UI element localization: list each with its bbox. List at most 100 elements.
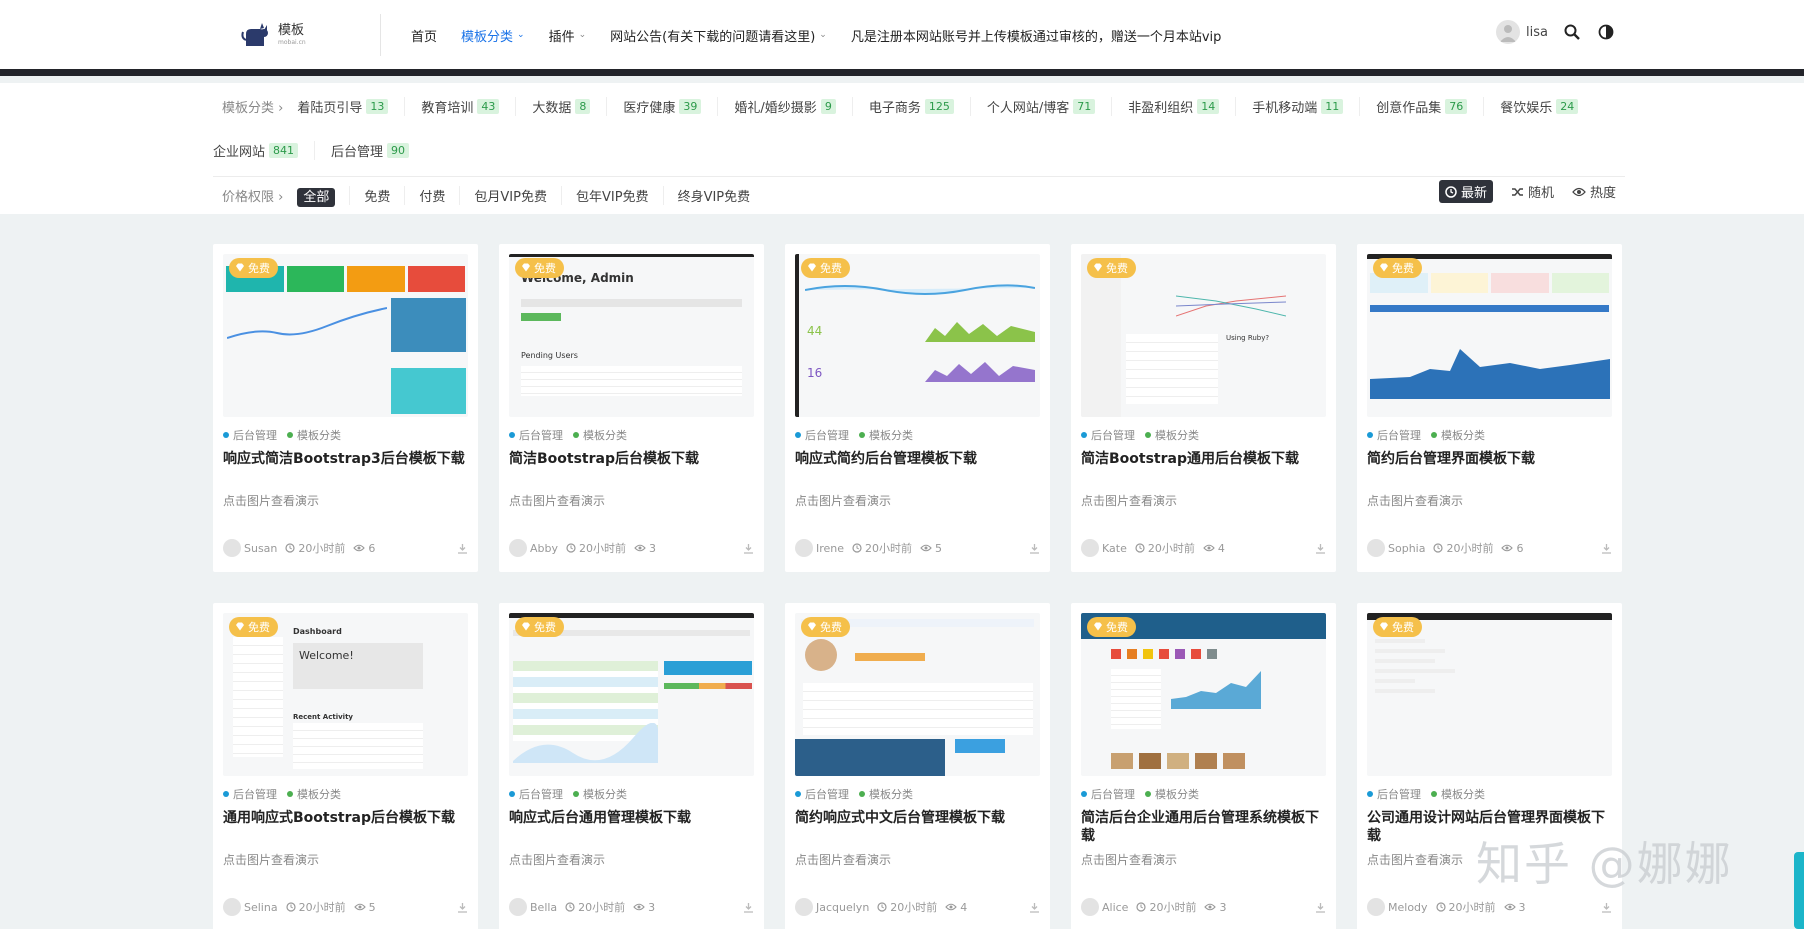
- download-icon[interactable]: [1029, 543, 1040, 554]
- category-filter-item[interactable]: 电子商务 125: [869, 96, 971, 116]
- category-link[interactable]: 模板分类: [1145, 786, 1199, 802]
- download-icon[interactable]: [1601, 902, 1612, 913]
- template-card[interactable]: 免费 后台管理 模板分类 简洁后台企业通用后台管理系统模板下载 点击图片查看演示 Alic…: [1071, 603, 1336, 929]
- category-link[interactable]: 后台管理: [509, 427, 563, 443]
- category-link[interactable]: 模板分类: [573, 427, 627, 443]
- category-link[interactable]: 模板分类: [1145, 427, 1199, 443]
- template-thumbnail[interactable]: 44 16 免费: [795, 254, 1040, 417]
- card-author[interactable]: Jacquelyn: [795, 898, 869, 916]
- sort-random[interactable]: 随机: [1511, 182, 1554, 201]
- category-link[interactable]: 模板分类: [859, 427, 913, 443]
- template-thumbnail[interactable]: 免费: [1367, 254, 1612, 417]
- download-icon[interactable]: [1029, 902, 1040, 913]
- category-link[interactable]: 后台管理: [1081, 786, 1135, 802]
- download-icon[interactable]: [1315, 543, 1326, 554]
- category-filter-item[interactable]: 医疗健康 39: [623, 96, 719, 116]
- sort-popular[interactable]: 热度: [1572, 182, 1616, 201]
- category-link[interactable]: 模板分类: [287, 427, 341, 443]
- template-thumbnail[interactable]: 免费: [509, 613, 754, 776]
- price-filter-item[interactable]: 全部: [297, 186, 351, 207]
- category-link[interactable]: 后台管理: [509, 786, 563, 802]
- theme-toggle-icon[interactable]: [1596, 22, 1616, 42]
- card-title[interactable]: 简洁Bootstrap通用后台模板下载: [1081, 450, 1329, 468]
- card-author[interactable]: Melody: [1367, 898, 1428, 916]
- card-title[interactable]: 响应式简洁Bootstrap3后台模板下载: [223, 450, 471, 468]
- nav-item-vip-notice[interactable]: 凡是注册本网站账号并上传模板通过审核的，赠送一个月本站vip: [851, 26, 1222, 45]
- category-link[interactable]: 模板分类: [1431, 786, 1485, 802]
- template-thumbnail[interactable]: 免费: [223, 254, 468, 417]
- category-link[interactable]: 模板分类: [1431, 427, 1485, 443]
- card-author[interactable]: Susan: [223, 539, 277, 557]
- template-card[interactable]: 免费 后台管理 模板分类 响应式后台通用管理模板下载 点击图片查看演示 Bella 20小时…: [499, 603, 764, 929]
- template-thumbnail[interactable]: 免费: [1081, 613, 1326, 776]
- card-title[interactable]: 响应式简约后台管理模板下载: [795, 450, 1043, 468]
- nav-item-template-categories[interactable]: 模板分类 ⌄: [461, 26, 525, 45]
- user-menu[interactable]: lisa: [1496, 20, 1548, 44]
- card-author[interactable]: Kate: [1081, 539, 1127, 557]
- category-filter-item[interactable]: 创意作品集 76: [1376, 96, 1485, 116]
- category-link[interactable]: 后台管理: [223, 786, 277, 802]
- download-icon[interactable]: [743, 543, 754, 554]
- card-author[interactable]: Bella: [509, 898, 557, 916]
- card-title[interactable]: 响应式后台通用管理模板下载: [509, 809, 757, 827]
- category-link[interactable]: 后台管理: [223, 427, 277, 443]
- category-link[interactable]: 后台管理: [1081, 427, 1135, 443]
- download-icon[interactable]: [743, 902, 754, 913]
- download-icon[interactable]: [1315, 902, 1326, 913]
- card-title[interactable]: 简约响应式中文后台管理模板下载: [795, 809, 1043, 827]
- template-card[interactable]: Using Ruby? 免费后台管理 模板分类简洁Bootstrap通用后台模板下载…: [1071, 244, 1336, 572]
- template-thumbnail[interactable]: Dashboard Welcome! Recent Activity 免费: [223, 613, 468, 776]
- download-icon[interactable]: [457, 543, 468, 554]
- category-filter-item[interactable]: 后台管理 90: [331, 141, 425, 160]
- template-card[interactable]: 免费 后台管理 模板分类 简约响应式中文后台管理模板下载 点击图片查看演示 Jacquel…: [785, 603, 1050, 929]
- template-card[interactable]: Welcome, Admin Pending Users 免费后台管理 模板分类简洁B…: [499, 244, 764, 572]
- price-filter-item[interactable]: 包年VIP免费: [576, 186, 664, 205]
- card-author[interactable]: Alice: [1081, 898, 1128, 916]
- template-thumbnail[interactable]: 免费: [1367, 613, 1612, 776]
- card-author[interactable]: Selina: [223, 898, 278, 916]
- template-card[interactable]: 免费 后台管理 模板分类 简约后台管理界面模板下载 点击图片查看演示 Sophia 20小时…: [1357, 244, 1622, 572]
- site-logo[interactable]: 模板 mobai.cn: [240, 18, 330, 52]
- side-floating-tab[interactable]: [1794, 852, 1804, 929]
- template-thumbnail[interactable]: Welcome, Admin Pending Users 免费: [509, 254, 754, 417]
- download-icon[interactable]: [1601, 543, 1612, 554]
- category-link[interactable]: 模板分类: [573, 786, 627, 802]
- category-filter-item[interactable]: 着陆页引导 13: [297, 96, 406, 116]
- price-filter-item[interactable]: 付费: [419, 186, 461, 205]
- category-link[interactable]: 模板分类: [859, 786, 913, 802]
- category-filter-item[interactable]: 手机移动端 11: [1252, 96, 1361, 116]
- card-title[interactable]: 简洁Bootstrap后台模板下载: [509, 450, 757, 468]
- price-filter-item[interactable]: 免费: [364, 186, 406, 205]
- category-link[interactable]: 模板分类: [287, 786, 341, 802]
- card-author[interactable]: Irene: [795, 539, 844, 557]
- category-filter-item[interactable]: 个人网站/博客 71: [987, 96, 1113, 116]
- nav-item-announcements[interactable]: 网站公告(有关下载的问题请看这里) ⌄: [610, 26, 827, 45]
- nav-item-home[interactable]: 首页: [411, 26, 437, 45]
- card-author[interactable]: Sophia: [1367, 539, 1425, 557]
- template-card[interactable]: 44 16 免费 后台管理 模板分类 响应式简约后台管理模板下载 点击图片查看演示 Irene…: [785, 244, 1050, 572]
- category-filter-item[interactable]: 餐饮娱乐 24: [1500, 97, 1594, 116]
- template-thumbnail[interactable]: 免费: [795, 613, 1040, 776]
- category-filter-item[interactable]: 教育培训 43: [421, 96, 517, 116]
- template-card[interactable]: 免费 后台管理 模板分类 响应式简洁Bootstrap3后台模板下载 点击图片查看演示 S…: [213, 244, 478, 572]
- category-filter-item[interactable]: 婚礼/婚纱摄影 9: [734, 96, 853, 116]
- card-title[interactable]: 简约后台管理界面模板下载: [1367, 450, 1615, 468]
- category-filter-item[interactable]: 大数据 8: [532, 96, 608, 116]
- template-thumbnail[interactable]: Using Ruby? 免费: [1081, 254, 1326, 417]
- nav-item-plugins[interactable]: 插件 ⌄: [549, 26, 587, 45]
- category-link[interactable]: 后台管理: [1367, 786, 1421, 802]
- category-filter-item[interactable]: 非盈利组织 14: [1128, 96, 1237, 116]
- price-filter-item[interactable]: 包月VIP免费: [474, 186, 562, 205]
- download-icon[interactable]: [457, 902, 468, 913]
- card-author[interactable]: Abby: [509, 539, 558, 557]
- category-link[interactable]: 后台管理: [1367, 427, 1421, 443]
- card-title[interactable]: 简洁后台企业通用后台管理系统模板下载: [1081, 809, 1329, 845]
- search-icon[interactable]: [1562, 22, 1582, 42]
- price-filter-item[interactable]: 终身VIP免费: [678, 186, 765, 205]
- category-filter-item[interactable]: 企业网站 841: [213, 140, 316, 160]
- sort-latest[interactable]: 最新: [1438, 180, 1493, 203]
- category-link[interactable]: 后台管理: [795, 427, 849, 443]
- template-card[interactable]: Dashboard Welcome! Recent Activity 免费后台管理 模板…: [213, 603, 478, 929]
- category-link[interactable]: 后台管理: [795, 786, 849, 802]
- card-title[interactable]: 通用响应式Bootstrap后台模板下载: [223, 809, 471, 827]
